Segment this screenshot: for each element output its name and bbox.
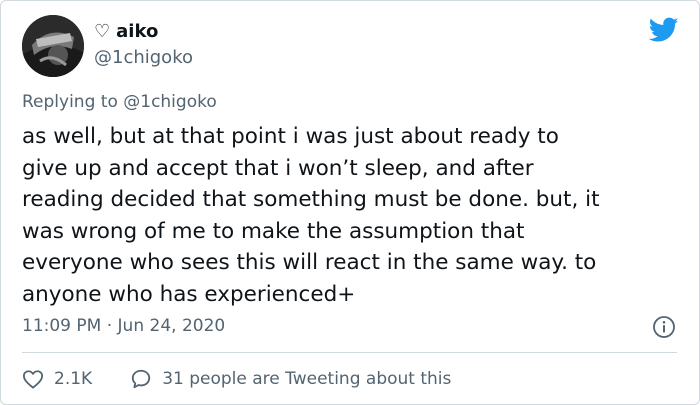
tweet-timestamp[interactable]: 11:09 PM · Jun 24, 2020 xyxy=(22,315,225,337)
tweet-text: as well, but at that point i was just ab… xyxy=(22,124,600,307)
conversation-text: 31 people are Tweeting about this xyxy=(162,369,452,389)
like-button[interactable]: 2.1K xyxy=(22,368,92,390)
like-count: 2.1K xyxy=(54,369,93,389)
display-name[interactable]: aiko xyxy=(116,21,158,43)
twitter-bird-icon[interactable] xyxy=(649,17,679,43)
heart-icon xyxy=(22,370,43,389)
tweet-time: 11:09 PM xyxy=(22,316,102,336)
timestamp-separator: · xyxy=(106,316,113,336)
user-handle[interactable]: @1chigoko xyxy=(94,47,193,69)
speech-bubble-icon xyxy=(132,369,151,389)
tweet-card[interactable]: ♡ aiko @1chigoko Replying to @1chigoko a… xyxy=(0,0,700,405)
replying-to-handle[interactable]: @1chigoko xyxy=(123,92,217,112)
tweet-actions: 2.1K 31 people are Tweeting about this xyxy=(22,367,451,391)
display-name-row[interactable]: ♡ aiko xyxy=(94,21,158,43)
replying-to: Replying to @1chigoko xyxy=(22,91,217,113)
conversation-link[interactable]: 31 people are Tweeting about this xyxy=(130,368,451,390)
divider xyxy=(22,352,677,353)
name-heart-glyph: ♡ xyxy=(94,21,111,42)
replying-to-label: Replying to xyxy=(22,92,118,112)
tweet-date: Jun 24, 2020 xyxy=(117,316,226,336)
avatar[interactable] xyxy=(22,15,84,77)
avatar-image xyxy=(22,15,84,77)
info-icon[interactable] xyxy=(652,315,676,339)
